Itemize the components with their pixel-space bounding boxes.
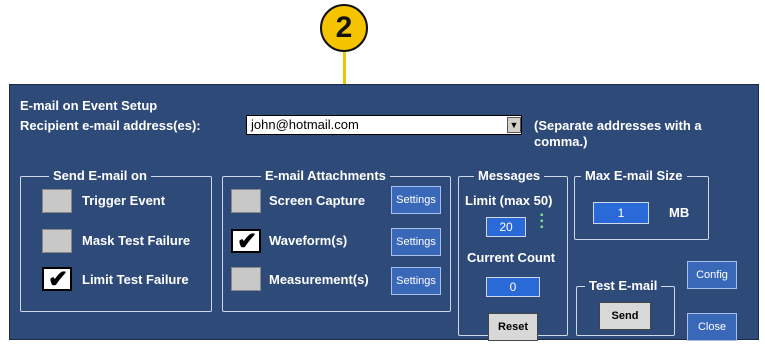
waveforms-label: Waveform(s) [269, 233, 348, 248]
waveforms-checkbox[interactable]: ✔ [231, 228, 261, 255]
max-email-size-input[interactable]: 1 [593, 202, 649, 224]
test-email-legend: Test E-mail [585, 278, 662, 293]
measurements-checkbox[interactable] [231, 267, 261, 291]
step-callout-badge: 2 [320, 4, 368, 52]
recipient-email-value: john@hotmail.com [251, 117, 359, 132]
send-email-on-group: Send E-mail on Trigger Event Mask Test F… [20, 168, 212, 312]
message-limit-input[interactable]: 20 [486, 217, 526, 237]
measurements-settings-button[interactable]: Settings [391, 267, 441, 295]
current-count-value: 0 [486, 277, 540, 297]
max-email-size-unit: MB [669, 205, 690, 220]
trigger-event-checkbox[interactable] [42, 189, 72, 213]
max-email-size-group: Max E-mail Size 1 MB [574, 168, 709, 240]
messages-group: Messages Limit (max 50) 20 ▪ ▪ ▪ Current C… [458, 168, 568, 341]
screen-capture-settings-button[interactable]: Settings [391, 186, 441, 214]
screen-capture-checkbox[interactable] [231, 189, 261, 213]
limit-test-failure-checkbox[interactable]: ✔ [42, 266, 72, 293]
mask-test-failure-label: Mask Test Failure [82, 233, 191, 248]
recipient-email-input[interactable]: john@hotmail.com [246, 115, 522, 135]
recipient-hint: (Separate addresses with a comma.) [534, 118, 702, 149]
recipient-label: Recipient e-mail address(es): [20, 118, 201, 133]
mask-test-failure-checkbox[interactable] [42, 229, 72, 253]
checkmark-icon: ✔ [237, 228, 258, 255]
recipient-dropdown-arrow-icon[interactable]: ▼ [507, 117, 521, 133]
messages-legend: Messages [474, 168, 545, 183]
current-count-label: Current Count [467, 250, 556, 265]
email-attachments-legend: E-mail Attachments [261, 168, 390, 183]
send-test-email-button[interactable]: Send [599, 302, 651, 330]
email-attachments-group: E-mail Attachments Screen Capture Settin… [222, 168, 451, 312]
limit-max-label: Limit (max 50) [465, 193, 553, 208]
step-number: 2 [335, 11, 353, 44]
measurements-label: Measurement(s) [269, 272, 369, 287]
limit-test-failure-label: Limit Test Failure [82, 272, 189, 287]
waveforms-settings-button[interactable]: Settings [391, 228, 441, 256]
reset-button[interactable]: Reset [488, 313, 538, 341]
trigger-event-label: Trigger Event [82, 193, 166, 208]
send-email-on-legend: Send E-mail on [49, 168, 151, 183]
email-on-event-dialog: E-mail on Event Setup Recipient e-mail a… [9, 84, 759, 341]
screen-capture-label: Screen Capture [269, 193, 366, 208]
limit-spinner-icon[interactable]: ▪ ▪ ▪ [540, 211, 544, 233]
test-email-group: Test E-mail Send [576, 278, 675, 336]
checkmark-icon: ✔ [48, 266, 69, 293]
close-button[interactable]: Close [687, 313, 737, 341]
config-button[interactable]: Config [687, 261, 737, 289]
dialog-title: E-mail on Event Setup [20, 98, 158, 113]
max-email-size-legend: Max E-mail Size [581, 168, 687, 183]
